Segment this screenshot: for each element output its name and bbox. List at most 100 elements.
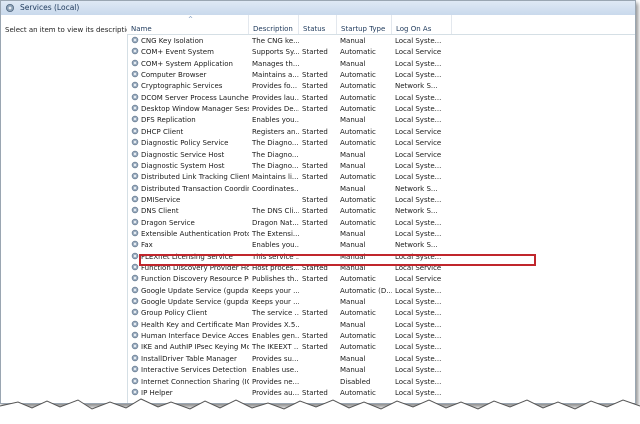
service-name-cell[interactable]: IKE and AuthIP IPsec Keying Mo...: [127, 342, 249, 353]
service-name-cell[interactable]: CNG Key Isolation: [127, 36, 249, 47]
service-description: Provides su...: [252, 354, 299, 363]
service-name-cell[interactable]: Dragon Service: [127, 218, 249, 229]
service-gear-icon: [131, 36, 139, 44]
service-description: Maintains li...: [252, 173, 299, 182]
table-row[interactable]: Health Key and Certificate Man... Provide…: [127, 320, 635, 331]
service-startup-type: Automatic: [340, 218, 376, 227]
table-row[interactable]: FLEXnet Licensing Service This service ..…: [127, 252, 635, 263]
service-name-cell[interactable]: Health Key and Certificate Man...: [127, 320, 249, 331]
column-header-status[interactable]: Status: [299, 15, 337, 34]
table-row[interactable]: Google Update Service (gupdat... Keeps yo…: [127, 297, 635, 308]
column-header-description[interactable]: Description: [249, 15, 299, 34]
service-name-cell[interactable]: Diagnostic Service Host: [127, 150, 249, 161]
table-row[interactable]: Group Policy Client The service ... Starte…: [127, 308, 635, 319]
table-row[interactable]: Google Update Service (gupdate) Keeps you…: [127, 286, 635, 297]
service-name-cell[interactable]: Internet Connection Sharing (ICS): [127, 377, 249, 388]
table-row[interactable]: Human Interface Device Access Enables gen…: [127, 331, 635, 342]
table-row[interactable]: DCOM Server Process Launcher Provides lau…: [127, 93, 635, 104]
service-log-on-as: Local Syste...: [395, 332, 442, 341]
service-name-cell[interactable]: COM+ Event System: [127, 47, 249, 58]
service-name: IKE and AuthIP IPsec Keying Mo...: [141, 343, 249, 352]
table-row[interactable]: Computer Browser Maintains a... Started Aut…: [127, 70, 635, 81]
table-row[interactable]: Distributed Link Tracking Client Maintain…: [127, 172, 635, 183]
service-status: Started: [302, 93, 328, 102]
table-row[interactable]: COM+ Event System Supports Sy... Started Au…: [127, 47, 635, 58]
service-name-cell[interactable]: DCOM Server Process Launcher: [127, 93, 249, 104]
service-description: Host proces...: [252, 264, 299, 272]
table-row[interactable]: DMIService Started Automatic Local Syste...: [127, 195, 635, 206]
table-row[interactable]: Internet Connection Sharing (ICS) Provide…: [127, 377, 635, 388]
service-description: Provides lau...: [252, 93, 299, 102]
table-row[interactable]: COM+ System Application Manages th... Manu…: [127, 59, 635, 70]
service-name-cell[interactable]: Interactive Services Detection: [127, 365, 249, 376]
service-name: Cryptographic Services: [141, 82, 223, 91]
service-name-cell[interactable]: Extensible Authentication Proto...: [127, 229, 249, 240]
service-name-cell[interactable]: DMIService: [127, 195, 249, 206]
table-row[interactable]: Function Discovery Provider Host Host pro…: [127, 263, 635, 274]
table-row[interactable]: Diagnostic Policy Service The Diagno... St…: [127, 138, 635, 149]
service-gear-icon: [131, 275, 139, 282]
table-row[interactable]: IKE and AuthIP IPsec Keying Mo... The IKE…: [127, 342, 635, 353]
service-log-on-as: Network S...: [395, 241, 438, 250]
service-startup-type: Automatic: [340, 195, 376, 204]
service-name-cell[interactable]: Function Discovery Provider Host: [127, 263, 249, 274]
service-name-cell[interactable]: Human Interface Device Access: [127, 331, 249, 342]
service-description: The DNS Cli...: [252, 207, 299, 216]
table-row[interactable]: Diagnostic System Host The Diagno... Start…: [127, 161, 635, 172]
table-row[interactable]: Function Discovery Resource Pu... Publish…: [127, 274, 635, 285]
service-name-cell[interactable]: Function Discovery Resource Pu...: [127, 274, 249, 285]
table-row[interactable]: Interactive Services Detection Enables us…: [127, 365, 635, 376]
column-header-log-on-as[interactable]: Log On As: [392, 15, 452, 34]
service-name-cell[interactable]: Distributed Transaction Coordin...: [127, 184, 249, 195]
column-header-startup-type[interactable]: Startup Type: [337, 15, 392, 34]
service-name-cell[interactable]: Fax: [127, 240, 249, 251]
table-row[interactable]: DFS Replication Enables you... Manual Local…: [127, 115, 635, 126]
service-name-cell[interactable]: FLEXnet Licensing Service: [127, 252, 249, 263]
service-status: [299, 150, 337, 161]
service-gear-icon: [131, 206, 139, 214]
service-name-cell[interactable]: Computer Browser: [127, 70, 249, 81]
service-name: DNS Client: [141, 207, 179, 216]
service-name-cell[interactable]: Distributed Link Tracking Client: [127, 172, 249, 183]
table-row[interactable]: Extensible Authentication Proto... The Ex…: [127, 229, 635, 240]
service-startup-type: Manual: [340, 116, 366, 125]
service-name-cell[interactable]: Google Update Service (gupdate): [127, 286, 249, 297]
service-description: Keeps your ...: [252, 298, 299, 307]
service-name-cell[interactable]: Google Update Service (gupdat...: [127, 297, 249, 308]
service-gear-icon: [131, 309, 139, 316]
service-name: Group Policy Client: [141, 309, 208, 318]
service-gear-icon: [131, 252, 139, 259]
service-gear-icon: [131, 150, 139, 157]
service-description: The Diagno...: [252, 161, 299, 170]
table-row[interactable]: Dragon Service Dragon Nat... Started Automa…: [127, 218, 635, 229]
table-row[interactable]: InstallDriver Table Manager Provides su..…: [127, 354, 635, 365]
table-row[interactable]: Cryptographic Services Provides fo... Star…: [127, 81, 635, 92]
service-name-cell[interactable]: InstallDriver Table Manager: [127, 354, 249, 365]
service-name-cell[interactable]: Diagnostic Policy Service: [127, 138, 249, 149]
service-name-cell[interactable]: Group Policy Client: [127, 308, 249, 319]
service-description: [249, 195, 299, 206]
table-row[interactable]: Fax Enables you... Manual Network S...: [127, 240, 635, 251]
table-row[interactable]: CNG Key Isolation The CNG ke... Manual Loca…: [127, 36, 635, 47]
service-name-cell[interactable]: DNS Client: [127, 206, 249, 217]
service-name-cell[interactable]: Diagnostic System Host: [127, 161, 249, 172]
service-startup-type: Manual: [340, 161, 366, 170]
service-name-cell[interactable]: Desktop Window Manager Sessi...: [127, 104, 249, 115]
service-name-cell[interactable]: DFS Replication: [127, 115, 249, 126]
service-log-on-as: Local Syste...: [395, 105, 442, 114]
service-name-cell[interactable]: DHCP Client: [127, 127, 249, 138]
table-row[interactable]: Desktop Window Manager Sessi... Provides …: [127, 104, 635, 115]
service-name-cell[interactable]: Cryptographic Services: [127, 81, 249, 92]
table-row[interactable]: Diagnostic Service Host The Diagno... Manu…: [127, 150, 635, 161]
service-description: The IKEEXT ...: [252, 343, 299, 352]
service-name-cell[interactable]: COM+ System Application: [127, 59, 249, 70]
table-row[interactable]: Distributed Transaction Coordin... Coordi…: [127, 184, 635, 195]
service-gear-icon: [131, 354, 139, 362]
table-row[interactable]: DNS Client The DNS Cli... Started Automatic…: [127, 206, 635, 217]
service-status: Started: [302, 218, 328, 227]
service-gear-icon: [131, 218, 139, 225]
table-row[interactable]: DHCP Client Registers an... Started Automat…: [127, 127, 635, 138]
service-log-on-as: Local Service: [395, 48, 442, 57]
service-status: [299, 286, 337, 297]
column-header-name[interactable]: Name: [127, 15, 249, 34]
